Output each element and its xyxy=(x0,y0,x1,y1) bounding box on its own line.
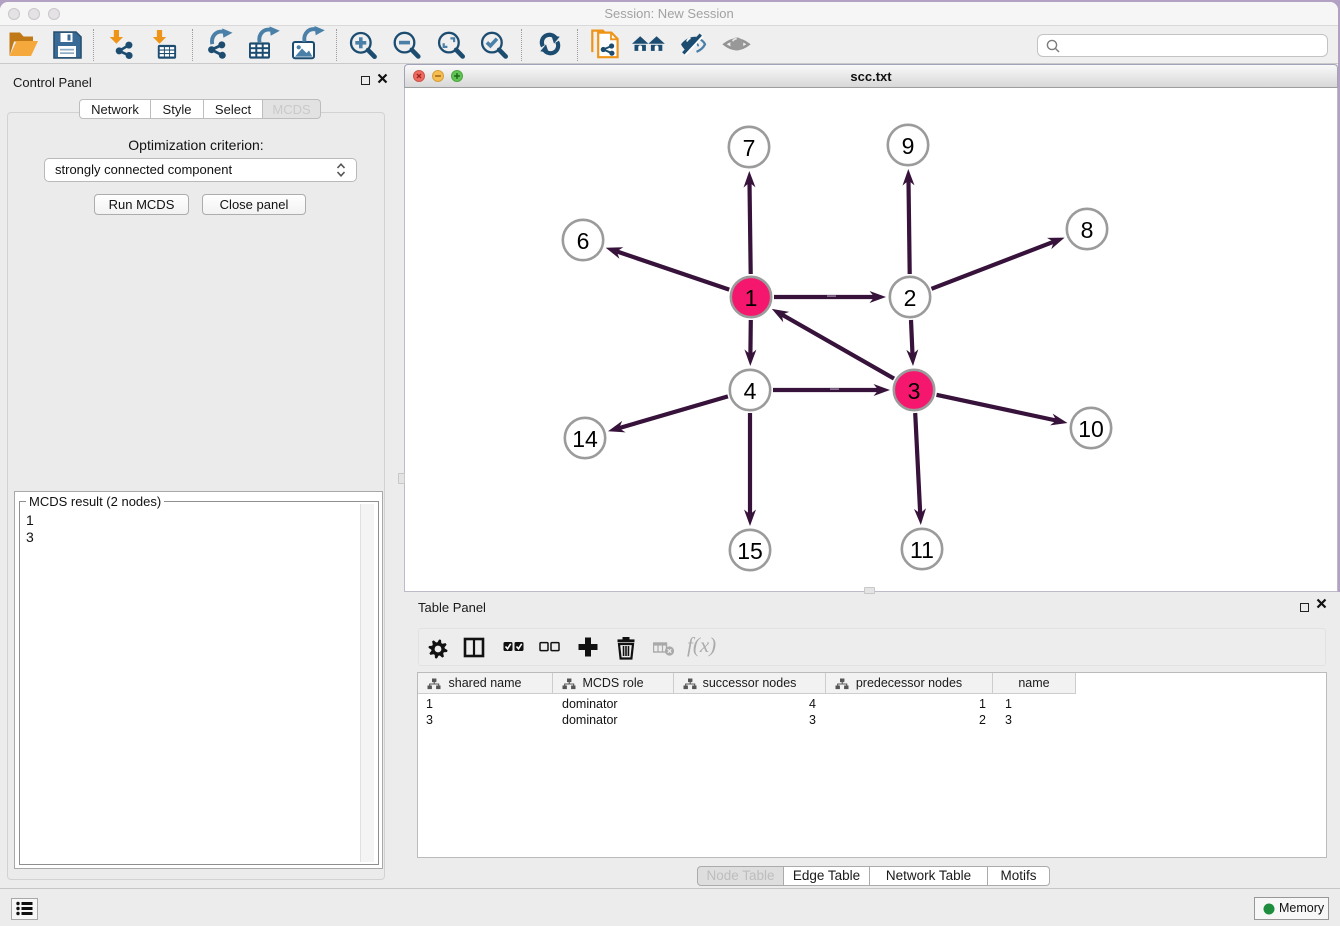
svg-text:14: 14 xyxy=(572,426,598,452)
svg-text:9: 9 xyxy=(902,133,915,159)
svg-text:7: 7 xyxy=(743,135,756,161)
svg-text:11: 11 xyxy=(910,537,934,563)
svg-text:2: 2 xyxy=(904,285,917,311)
svg-text:6: 6 xyxy=(577,228,590,254)
svg-text:15: 15 xyxy=(737,538,763,564)
svg-text:3: 3 xyxy=(908,378,921,404)
svg-text:1: 1 xyxy=(745,285,758,311)
svg-text:8: 8 xyxy=(1081,217,1094,243)
svg-text:4: 4 xyxy=(744,378,757,404)
svg-text:10: 10 xyxy=(1078,416,1104,442)
